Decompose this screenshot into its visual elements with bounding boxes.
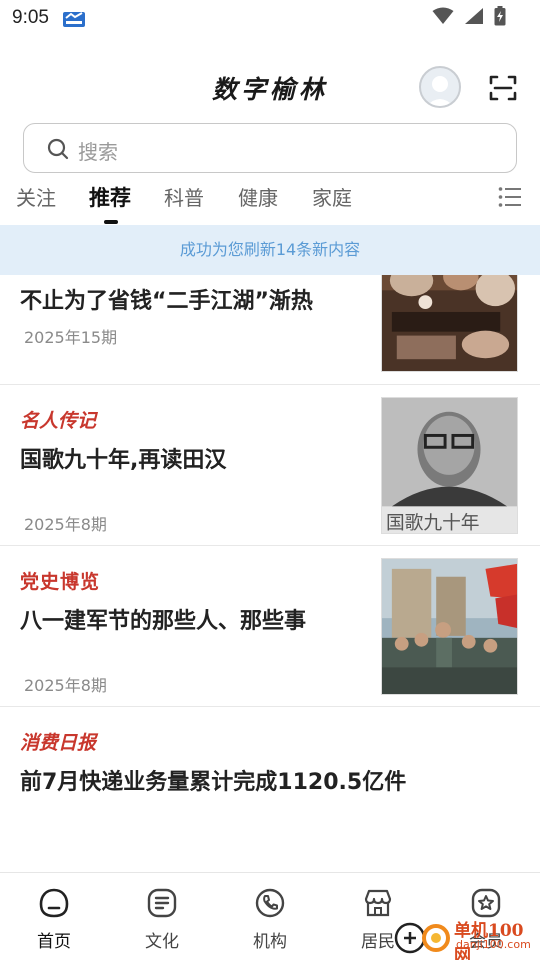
nav-label: 文化 bbox=[145, 932, 179, 952]
home-icon bbox=[39, 888, 69, 918]
news-date: 2025年15期 bbox=[24, 328, 118, 347]
nav-label: 首页 bbox=[37, 932, 71, 952]
watermark-logo-icon bbox=[394, 922, 450, 954]
news-date: 2025年8期 bbox=[24, 515, 107, 534]
active-tab-indicator bbox=[104, 220, 118, 224]
search-input[interactable]: 搜索 bbox=[23, 123, 517, 173]
scan-icon[interactable] bbox=[489, 74, 517, 102]
status-icons bbox=[432, 6, 506, 26]
search-icon bbox=[47, 138, 69, 160]
battery-icon bbox=[494, 6, 506, 26]
news-item[interactable]: 不止为了省钱“二手江湖”渐热 2025年15期 bbox=[0, 275, 540, 385]
watermark-url: danji100.com bbox=[456, 938, 531, 951]
watermark: 单机100网 danji100.com bbox=[392, 916, 538, 960]
star-badge-icon bbox=[471, 888, 501, 918]
news-source: 党史博览 bbox=[20, 571, 101, 593]
tab-family[interactable]: 家庭 bbox=[312, 182, 352, 211]
nav-culture[interactable]: 文化 bbox=[132, 887, 192, 952]
news-title: 前7月快递业务量累计完成1120.5亿件 bbox=[20, 770, 407, 795]
tab-follow[interactable]: 关注 bbox=[16, 182, 56, 211]
thumbnail-caption: 国歌九十年 bbox=[386, 513, 480, 534]
category-tabs: 关注 推荐 科普 健康 家庭 bbox=[0, 180, 540, 224]
news-title: 国歌九十年,再读田汉 bbox=[20, 448, 227, 473]
news-thumbnail[interactable] bbox=[381, 558, 518, 695]
nav-institution[interactable]: 机构 bbox=[240, 887, 300, 952]
shop-icon bbox=[364, 889, 392, 917]
news-thumbnail[interactable] bbox=[381, 275, 518, 372]
notification-app-icon bbox=[63, 12, 85, 27]
news-feed[interactable]: 不止为了省钱“二手江湖”渐热 2025年15期 名人传记 国歌九十年,再读田汉 … bbox=[0, 275, 540, 870]
tab-recommend[interactable]: 推荐 bbox=[89, 182, 131, 212]
wifi-icon bbox=[432, 7, 454, 24]
news-date: 2025年8期 bbox=[24, 676, 107, 695]
phone-icon bbox=[255, 888, 285, 918]
refresh-banner: 成功为您刷新14条新内容 bbox=[0, 225, 540, 275]
avatar[interactable] bbox=[419, 66, 461, 108]
news-source: 名人传记 bbox=[20, 410, 97, 432]
news-thumbnail[interactable]: 国歌九十年 bbox=[381, 397, 518, 534]
status-bar: 9:05 bbox=[0, 0, 540, 36]
channel-menu-icon[interactable] bbox=[498, 186, 522, 208]
status-time: 9:05 bbox=[12, 7, 49, 28]
search-placeholder: 搜索 bbox=[78, 140, 118, 164]
news-item[interactable]: 名人传记 国歌九十年,再读田汉 2025年8期 国歌九十年 bbox=[0, 385, 540, 546]
nav-label: 机构 bbox=[253, 932, 287, 952]
news-item[interactable]: 党史博览 八一建军节的那些人、那些事 2025年8期 bbox=[0, 546, 540, 707]
news-source: 消费日报 bbox=[20, 732, 97, 754]
nav-home[interactable]: 首页 bbox=[24, 887, 84, 952]
tab-science[interactable]: 科普 bbox=[164, 182, 204, 211]
tab-health[interactable]: 健康 bbox=[238, 182, 278, 211]
news-title: 不止为了省钱“二手江湖”渐热 bbox=[20, 289, 313, 314]
signal-icon bbox=[465, 8, 483, 24]
app-header: 数字榆林 bbox=[0, 60, 540, 116]
document-icon bbox=[147, 888, 177, 918]
news-item[interactable]: 消费日报 前7月快递业务量累计完成1120.5亿件 bbox=[0, 707, 540, 870]
news-title: 八一建军节的那些人、那些事 bbox=[20, 609, 307, 634]
